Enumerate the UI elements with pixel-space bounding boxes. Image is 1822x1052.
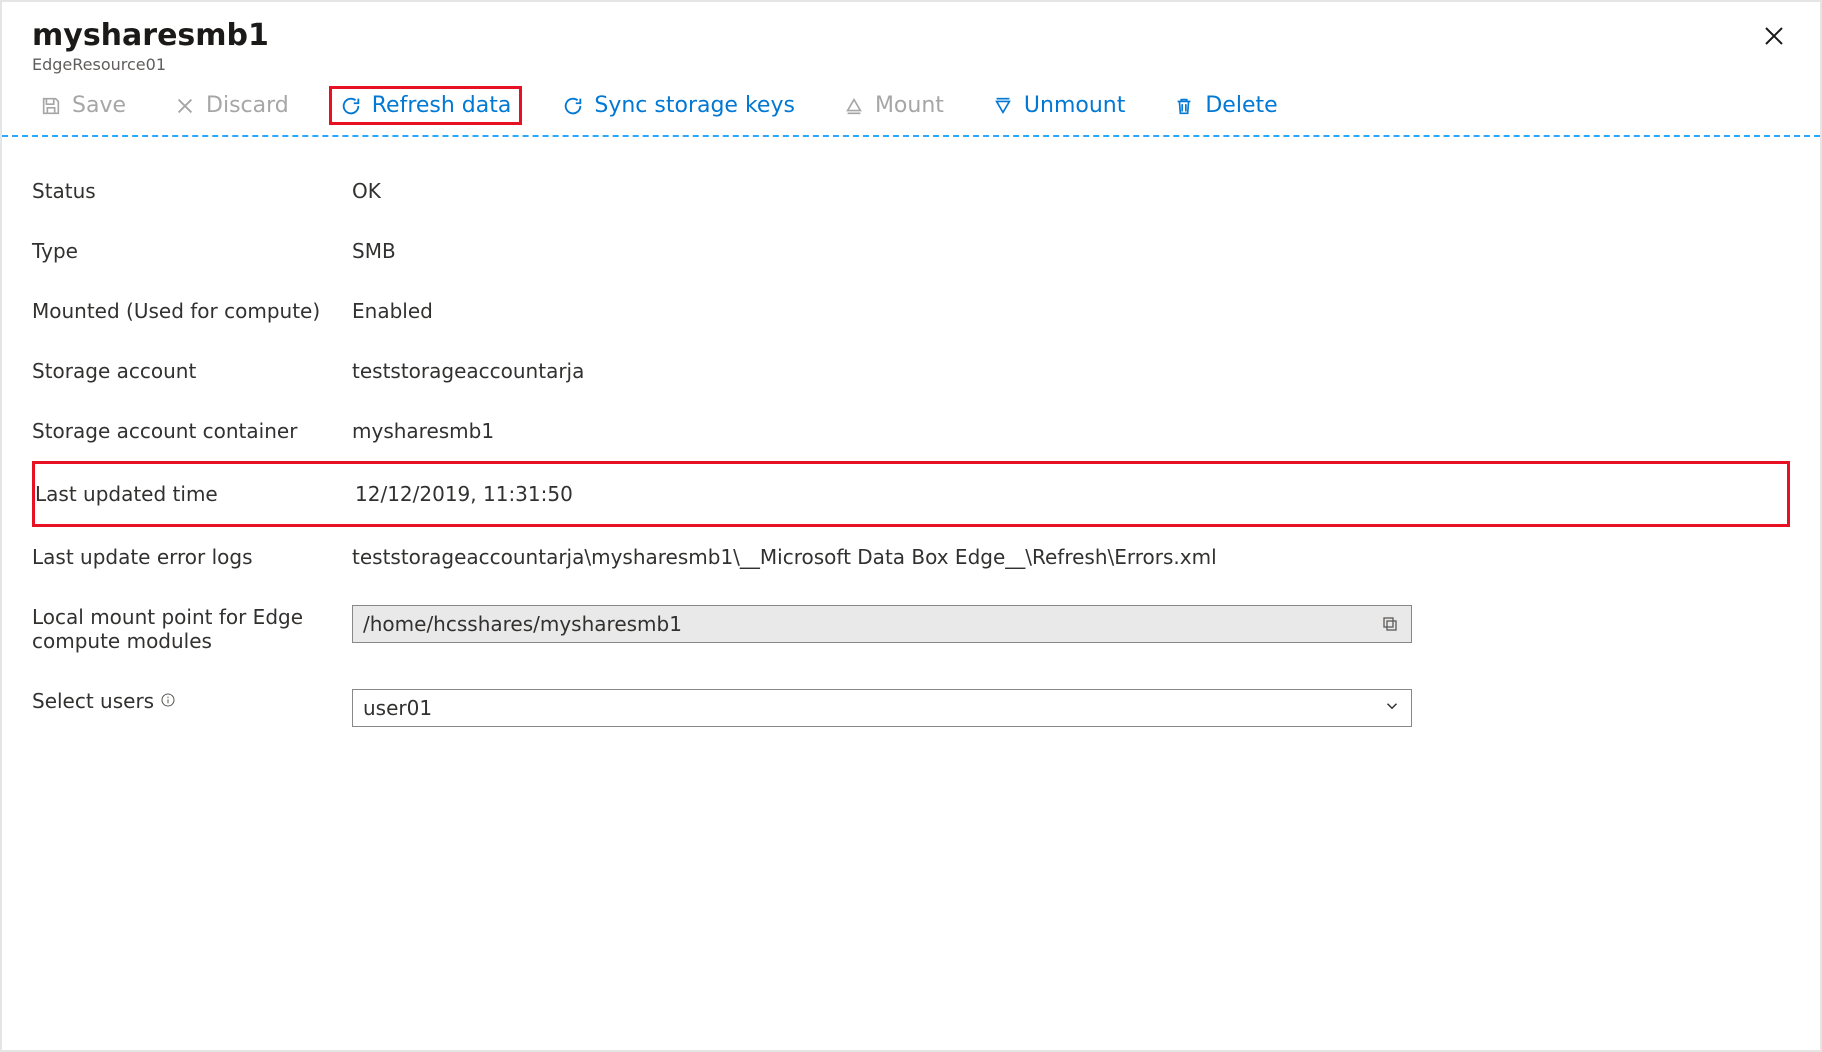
discard-button: Discard: [166, 89, 297, 122]
mount-point-value: /home/hcsshares/mysharesmb1: [363, 612, 682, 636]
discard-label: Discard: [206, 93, 289, 118]
mount-point-label: Local mount point for Edge compute modul…: [32, 605, 352, 653]
container-label: Storage account container: [32, 419, 352, 443]
storage-account-label: Storage account: [32, 359, 352, 383]
last-updated-label: Last updated time: [35, 482, 355, 506]
select-users-label: Select users: [32, 689, 154, 713]
sync-label: Sync storage keys: [594, 93, 795, 118]
save-button: Save: [32, 89, 134, 122]
toolbar: Save Discard Refresh data Sync storage k…: [2, 78, 1820, 137]
mounted-value: Enabled: [352, 299, 1790, 323]
status-value: OK: [352, 179, 1790, 203]
sync-storage-keys-button[interactable]: Sync storage keys: [554, 89, 803, 122]
error-logs-label: Last update error logs: [32, 545, 352, 569]
content-area: Status OK Type SMB Mounted (Used for com…: [2, 137, 1820, 769]
mounted-label: Mounted (Used for compute): [32, 299, 352, 323]
panel-header: mysharesmb1 EdgeResource01: [2, 2, 1820, 78]
row-select-users: Select users user01: [32, 671, 1790, 745]
mount-icon: [843, 95, 865, 117]
row-storage-account: Storage account teststorageaccountarja: [32, 341, 1790, 401]
unmount-button[interactable]: Unmount: [984, 89, 1133, 122]
delete-label: Delete: [1205, 93, 1277, 118]
last-updated-value: 12/12/2019, 11:31:50: [355, 482, 1787, 506]
delete-icon: [1173, 95, 1195, 117]
share-details-panel: mysharesmb1 EdgeResource01 Save Discard: [0, 0, 1822, 1052]
select-users-dropdown[interactable]: user01: [352, 689, 1412, 727]
row-container: Storage account container mysharesmb1: [32, 401, 1790, 461]
copy-icon: [1381, 615, 1399, 633]
refresh-label: Refresh data: [372, 93, 512, 118]
mount-button: Mount: [835, 89, 952, 122]
save-icon: [40, 95, 62, 117]
storage-account-value: teststorageaccountarja: [352, 359, 1790, 383]
refresh-data-button[interactable]: Refresh data: [329, 86, 523, 125]
info-icon[interactable]: [160, 689, 176, 713]
type-label: Type: [32, 239, 352, 263]
row-type: Type SMB: [32, 221, 1790, 281]
unmount-label: Unmount: [1024, 93, 1125, 118]
page-title: mysharesmb1: [32, 16, 269, 55]
refresh-icon: [340, 95, 362, 117]
close-button[interactable]: [1758, 20, 1790, 52]
row-last-updated: Last updated time 12/12/2019, 11:31:50: [32, 461, 1790, 527]
chevron-down-icon: [1383, 696, 1401, 720]
page-subtitle: EdgeResource01: [32, 55, 269, 74]
status-label: Status: [32, 179, 352, 203]
discard-icon: [174, 95, 196, 117]
error-logs-value: teststorageaccountarja\mysharesmb1\__Mic…: [352, 545, 1790, 569]
copy-mount-point-button[interactable]: [1379, 613, 1401, 635]
delete-button[interactable]: Delete: [1165, 89, 1285, 122]
sync-icon: [562, 95, 584, 117]
save-label: Save: [72, 93, 126, 118]
container-value: mysharesmb1: [352, 419, 1790, 443]
unmount-icon: [992, 95, 1014, 117]
row-mount-point: Local mount point for Edge compute modul…: [32, 587, 1790, 671]
type-value: SMB: [352, 239, 1790, 263]
row-error-logs: Last update error logs teststorageaccoun…: [32, 527, 1790, 587]
row-mounted: Mounted (Used for compute) Enabled: [32, 281, 1790, 341]
close-icon: [1762, 24, 1786, 48]
row-status: Status OK: [32, 161, 1790, 221]
select-users-value: user01: [363, 696, 432, 720]
mount-point-field: /home/hcsshares/mysharesmb1: [352, 605, 1412, 643]
mount-label: Mount: [875, 93, 944, 118]
